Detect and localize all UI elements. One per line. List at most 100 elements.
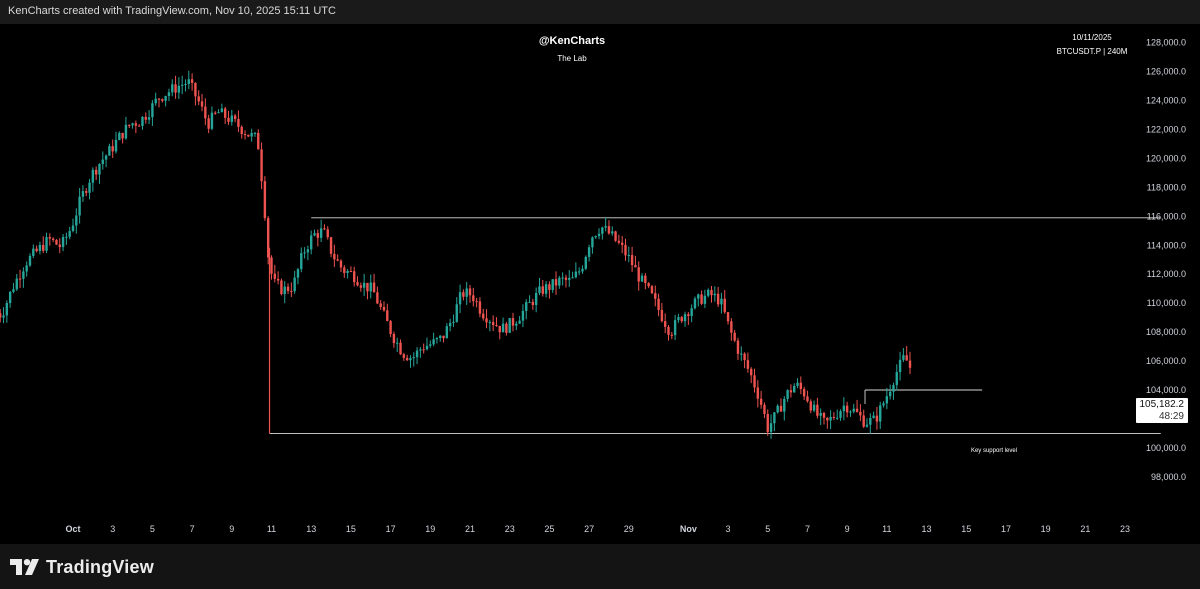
candle-body — [81, 191, 85, 197]
candle-body — [58, 244, 61, 248]
candle-body — [359, 285, 363, 288]
tradingview-logo-icon — [10, 559, 39, 575]
candle-body — [786, 390, 789, 399]
candle-body — [157, 98, 161, 100]
candle-body — [558, 277, 561, 286]
x-tick-label: 23 — [505, 524, 515, 534]
candle-body — [98, 164, 101, 175]
candle-body — [124, 124, 128, 139]
candle-body — [372, 282, 376, 293]
candle-body — [783, 398, 786, 412]
candle-body — [151, 103, 154, 118]
candle-body — [667, 326, 670, 335]
candle-body — [640, 275, 644, 282]
y-tick-label: 110,000.0 — [1147, 298, 1186, 308]
candle-body — [134, 123, 138, 126]
candle-body — [114, 139, 118, 152]
candle-body — [184, 84, 187, 86]
candle-body — [51, 238, 55, 240]
x-tick-label: 13 — [306, 524, 316, 534]
candle-body — [726, 312, 730, 322]
candle-body — [197, 96, 200, 102]
candle-body — [207, 118, 210, 129]
candle-body — [94, 169, 98, 175]
candle-body — [746, 360, 750, 369]
candle-body — [753, 375, 756, 388]
candle-body — [475, 301, 478, 303]
candle-body — [491, 322, 495, 326]
candle-body — [789, 390, 793, 393]
candle-body — [544, 284, 548, 294]
candle-body — [121, 132, 124, 139]
candle-body — [581, 268, 584, 272]
candle-body — [88, 182, 91, 193]
candle-body — [333, 253, 336, 260]
candle-body — [548, 284, 551, 290]
footer: TradingView — [0, 544, 1200, 589]
last-price: 105,182.2 — [1139, 399, 1185, 410]
x-tick-label: 23 — [1120, 524, 1130, 534]
candle-body — [104, 155, 108, 160]
x-tick-label: 11 — [882, 524, 891, 534]
candle-body — [521, 310, 525, 321]
candle-body — [376, 292, 379, 304]
candle-body — [286, 286, 290, 292]
last-price-badge: 105,182.2 48:29 — [1136, 398, 1188, 423]
candle-body — [796, 382, 799, 386]
candle-body — [42, 244, 45, 251]
key-support-level-label: Key support level — [971, 448, 1017, 454]
candle-body — [905, 355, 908, 361]
tradingview-logo[interactable]: TradingView — [10, 557, 154, 577]
candle-body — [832, 417, 836, 419]
candle-body — [45, 237, 48, 251]
candle-body — [171, 84, 174, 93]
candle-body — [111, 146, 114, 152]
candle-body — [584, 256, 587, 269]
candle-body — [822, 412, 826, 418]
candle-body — [32, 248, 35, 256]
x-tick-label: 21 — [1080, 524, 1090, 534]
candle-body — [257, 132, 260, 150]
candle-body — [409, 358, 412, 361]
candle-body — [263, 181, 267, 219]
x-tick-label: 21 — [465, 524, 475, 534]
chart-subtitle-label: The Lab — [557, 54, 587, 63]
candle-body — [644, 275, 647, 284]
candlestick-chart[interactable]: 128,000.0 126,000.0 124,000.0 122,000.0 120,… — [0, 24, 1200, 544]
candle-body — [482, 313, 485, 319]
candle-body — [161, 99, 164, 101]
candle-body — [448, 322, 452, 327]
candle-body — [167, 92, 171, 96]
chart-frame[interactable]: 128,000.0 126,000.0 124,000.0 122,000.0 120,… — [0, 24, 1200, 544]
candle-body — [485, 318, 488, 323]
candle-body — [91, 169, 95, 183]
candle-body — [422, 349, 425, 351]
candle-body — [465, 288, 468, 297]
candle-body — [339, 260, 343, 268]
candle-body — [634, 265, 637, 268]
candle-body — [802, 389, 806, 397]
candle-body — [118, 132, 121, 140]
candle-body — [849, 411, 852, 413]
tradingview-wordmark: TradingView — [46, 556, 154, 577]
candle-body — [637, 267, 640, 282]
candle-body — [48, 237, 52, 239]
candle-body — [326, 229, 329, 238]
candle-body — [554, 279, 558, 286]
candle-body — [280, 280, 283, 295]
candle-body — [657, 298, 660, 310]
candle-body — [389, 321, 392, 334]
candle-body — [677, 317, 680, 321]
candle-body — [154, 98, 157, 104]
y-tick-label: 114,000.0 — [1147, 240, 1186, 250]
candle-body — [144, 116, 147, 120]
candle-body — [230, 115, 233, 122]
candle-body — [214, 112, 217, 114]
candle-body — [306, 249, 310, 253]
candle-body — [442, 335, 445, 339]
x-tick-label: 17 — [1001, 524, 1011, 534]
candle-body — [15, 278, 18, 290]
candle-body — [591, 237, 594, 248]
candle-body — [730, 321, 733, 333]
candle-body — [349, 271, 353, 273]
